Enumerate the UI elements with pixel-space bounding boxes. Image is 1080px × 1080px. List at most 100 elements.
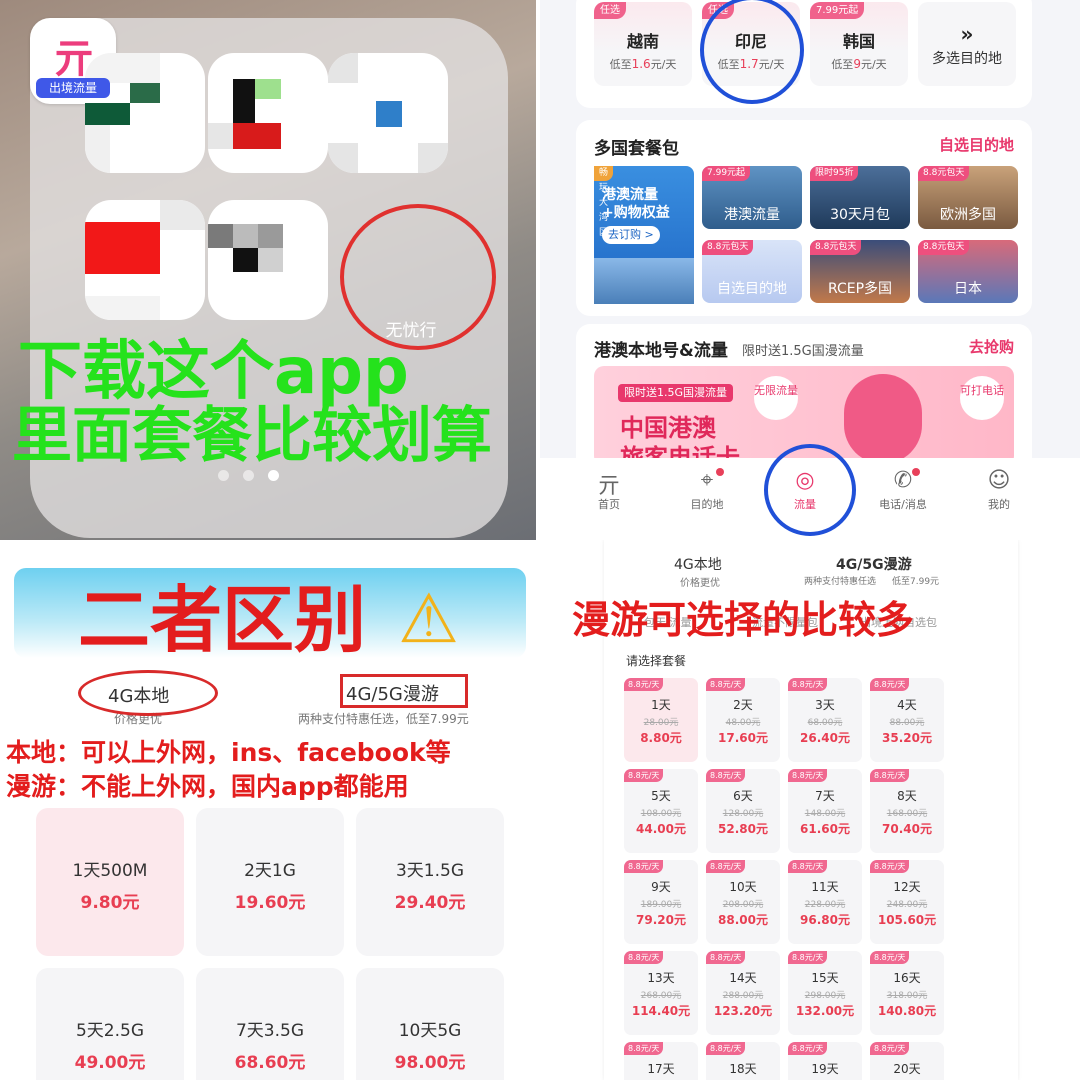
package-30day[interactable]: 限时95折 30天月包: [810, 166, 910, 229]
plan-name: 1天500M: [72, 861, 148, 881]
blurred-app-icon[interactable]: [208, 200, 328, 320]
destination-vietnam[interactable]: 任选 越南 低至1.6元/天: [594, 2, 692, 86]
more-destinations-button[interactable]: » 多选目的地: [918, 2, 1016, 86]
original-price: 88.00元: [889, 718, 925, 728]
plan-card[interactable]: 5天2.5G 49.00元: [36, 968, 184, 1080]
package-rcep[interactable]: 8.8元包天 RCEP多国: [810, 240, 910, 303]
blurred-app-icon[interactable]: [328, 53, 448, 173]
tab-4g-5g-roaming[interactable]: 4G/5G漫游: [836, 554, 912, 574]
plan-days: 17天: [647, 1062, 675, 1076]
sale-price: 61.60元: [800, 822, 850, 836]
tab-label: 我的: [988, 498, 1010, 511]
tab-phone-messages[interactable]: ✆ 电话/消息: [868, 468, 938, 512]
monkey-mascot: [844, 374, 922, 464]
original-price: 268.00元: [640, 991, 682, 1001]
tab-label: 首页: [598, 498, 620, 511]
roaming-plan-cell[interactable]: 8.8元/天 3天 68.00元 26.40元: [788, 678, 862, 762]
tab-4g-5g-roaming[interactable]: 4G/5G漫游: [346, 680, 439, 706]
original-price: 108.00元: [640, 809, 682, 819]
roaming-plan-cell[interactable]: 8.8元/天 13天 268.00元 114.40元: [624, 951, 698, 1035]
destination-card: 任选 越南 低至1.6元/天 任选 印尼 低至1.7元/天 7.99元起 韩国 …: [576, 0, 1032, 108]
roaming-caption: 漫游可选择的比较多: [572, 598, 915, 642]
original-price: 68.00元: [807, 718, 843, 728]
roaming-plan-cell[interactable]: 8.8元/天 5天 108.00元 44.00元: [624, 769, 698, 853]
page-dot-active[interactable]: [268, 470, 279, 481]
roaming-plan-cell[interactable]: 8.8元/天 2天 48.00元 17.60元: [706, 678, 780, 762]
roaming-plan-cell[interactable]: 8.8元/天 8天 168.00元 70.40元: [870, 769, 944, 853]
package-label: 日本: [954, 281, 982, 297]
package-badge: 7.99元起: [702, 166, 751, 181]
destinations-panel: 任选 越南 低至1.6元/天 任选 印尼 低至1.7元/天 7.99元起 韩国 …: [540, 0, 1080, 540]
roaming-plan-cell[interactable]: 8.8元/天 20天: [870, 1042, 944, 1080]
tab-home[interactable]: 亓 首页: [574, 468, 644, 512]
promo-order-button[interactable]: 去订购 >: [602, 226, 660, 244]
roaming-plan-cell[interactable]: 8.8元/天 15天 298.00元 132.00元: [788, 951, 862, 1035]
choose-destination-link[interactable]: 自选目的地: [939, 134, 1014, 155]
package-japan[interactable]: 8.8元包天 日本: [918, 240, 1018, 303]
price-per-day-badge: 8.8元/天: [624, 769, 664, 782]
roaming-plan-cell[interactable]: 8.8元/天 10天 208.00元 88.00元: [706, 860, 780, 944]
section-title: 多国套餐包: [594, 139, 679, 159]
original-price: 318.00元: [886, 991, 928, 1001]
sale-price: 88.00元: [718, 913, 768, 927]
tab-destination[interactable]: ⌖ 目的地: [672, 468, 742, 512]
promo-greater-bay[interactable]: 畅玩大湾区 港澳流量 +购物权益 去订购 >: [594, 166, 694, 304]
package-europe[interactable]: 8.8元包天 欧洲多国: [918, 166, 1018, 229]
price-per-day-badge: 8.8元/天: [624, 1042, 664, 1055]
price-per-day-badge: 8.8元/天: [788, 860, 828, 873]
plan-card[interactable]: 10天5G 98.00元: [356, 968, 504, 1080]
promo-line1: 港澳流量: [602, 187, 658, 203]
page-dot[interactable]: [218, 470, 229, 481]
sale-price: 96.80元: [800, 913, 850, 927]
call-bubble: 可打电话: [960, 376, 1004, 420]
blurred-app-icon[interactable]: [208, 53, 328, 173]
banner-tag: 限时送1.5G国漫流量: [618, 384, 734, 402]
price-per-day-badge: 8.8元/天: [870, 1042, 910, 1055]
page-dot[interactable]: [243, 470, 254, 481]
roaming-plan-cell[interactable]: 8.8元/天 11天 228.00元 96.80元: [788, 860, 862, 944]
plan-days: 3天: [815, 698, 835, 712]
phone-icon: ✆: [893, 468, 913, 493]
roaming-plan-cell[interactable]: 8.8元/天 19天: [788, 1042, 862, 1080]
original-price: 128.00元: [722, 809, 764, 819]
roaming-plan-cell[interactable]: 8.8元/天 7天 148.00元 61.60元: [788, 769, 862, 853]
grab-now-link[interactable]: 去抢购: [969, 336, 1014, 357]
tab-profile[interactable]: ☺ 我的: [964, 468, 1034, 512]
roaming-plan-cell[interactable]: 8.8元/天 1天 28.00元 8.80元: [624, 678, 698, 762]
roaming-plan-cell[interactable]: 8.8元/天 4天 88.00元 35.20元: [870, 678, 944, 762]
tab-4g-local[interactable]: 4G本地: [674, 554, 722, 574]
note-roaming: 漫游：不能上外网，国内app都能用: [6, 772, 409, 801]
plan-card[interactable]: 2天1G 19.60元: [196, 808, 344, 956]
roaming-plan-cell[interactable]: 8.8元/天 6天 128.00元 52.80元: [706, 769, 780, 853]
plan-days: 2天: [733, 698, 753, 712]
tab-label: 目的地: [690, 498, 724, 511]
wuyouxing-app-icon[interactable]: 亓 出境流量: [30, 18, 116, 104]
original-price: 288.00元: [722, 991, 764, 1001]
plan-days: 9天: [651, 880, 671, 894]
destination-korea[interactable]: 7.99元起 韩国 低至9元/天: [810, 2, 908, 86]
roaming-plan-cell[interactable]: 8.8元/天 17天: [624, 1042, 698, 1080]
roaming-plan-cell[interactable]: 8.8元/天 9天 189.00元 79.20元: [624, 860, 698, 944]
original-price: 148.00元: [804, 809, 846, 819]
plan-card[interactable]: 1天500M 9.80元: [36, 808, 184, 956]
section-subtitle: 限时送1.5G国漫流量: [742, 344, 864, 359]
plan-card[interactable]: 3天1.5G 29.40元: [356, 808, 504, 956]
plan-card[interactable]: 7天3.5G 68.60元: [196, 968, 344, 1080]
original-price: 298.00元: [804, 991, 846, 1001]
tab-local-subtitle: 价格更优: [680, 578, 720, 589]
package-badge: 限时95折: [810, 166, 859, 181]
package-hk-macau[interactable]: 7.99元起 港澳流量: [702, 166, 802, 229]
roaming-plan-cell[interactable]: 8.8元/天 12天 248.00元 105.60元: [870, 860, 944, 944]
price-per-day-badge: 8.8元/天: [870, 951, 910, 964]
plan-days: 8天: [897, 789, 917, 803]
plan-price: 9.80元: [80, 893, 140, 913]
price-per-day-badge: 8.8元/天: [870, 860, 910, 873]
roaming-plan-cell[interactable]: 8.8元/天 16天 318.00元 140.80元: [870, 951, 944, 1035]
sale-price: 52.80元: [718, 822, 768, 836]
roaming-plan-cell[interactable]: 8.8元/天 18天: [706, 1042, 780, 1080]
roaming-plan-cell[interactable]: 8.8元/天 14天 288.00元 123.20元: [706, 951, 780, 1035]
package-custom[interactable]: 8.8元包天 自选目的地: [702, 240, 802, 303]
destination-price: 低至9元/天: [831, 57, 887, 71]
blurred-app-icon[interactable]: [85, 200, 205, 320]
roaming-plans-panel: 4G本地 价格更优 4G/5G漫游 两种支付特惠任选 低至7.99元 包天·流量…: [540, 540, 1080, 1080]
